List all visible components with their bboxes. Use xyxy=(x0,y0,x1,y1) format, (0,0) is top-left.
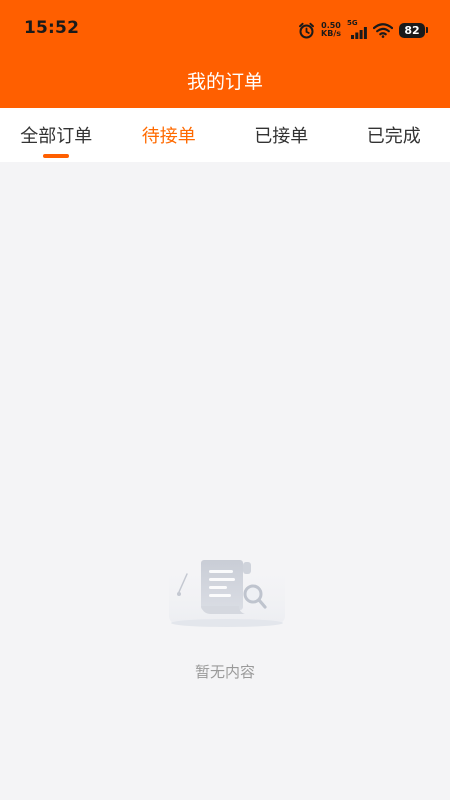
tab-all-orders-label: 全部订单 xyxy=(20,126,93,147)
tab-accepted-label: 已接单 xyxy=(254,126,309,147)
status-icons: 0.50 KB/s 5G 82 xyxy=(298,19,428,40)
empty-state-message: 暂无内容 xyxy=(194,663,255,681)
alarm-clock-icon xyxy=(298,22,315,39)
tab-selected-indicator xyxy=(43,154,70,158)
network-speed-unit: KB/s xyxy=(321,29,341,38)
network-speed: 0.50 KB/s xyxy=(321,22,341,38)
cellular-signal: 5G xyxy=(347,19,367,39)
battery-indicator: 82 xyxy=(399,22,428,38)
order-status-tabs: 全部订单 待接单 已接单 已完成 xyxy=(0,108,450,162)
page-title: 我的订单 xyxy=(186,71,263,93)
header-bar: 15:52 0.50 KB/s 5G 82 我的订单 xyxy=(0,0,450,108)
tab-completed-label: 已完成 xyxy=(366,126,421,147)
tab-pending-acceptance[interactable]: 待接单 xyxy=(113,108,226,162)
battery-cap xyxy=(426,27,428,33)
empty-document-search-icon xyxy=(165,550,289,634)
tab-completed[interactable]: 已完成 xyxy=(338,108,450,162)
battery-level: 82 xyxy=(399,22,425,38)
tab-pending-acceptance-label: 待接单 xyxy=(141,126,196,147)
tab-all-orders[interactable]: 全部订单 xyxy=(0,108,113,162)
network-type-label: 5G xyxy=(347,19,358,27)
tab-accepted[interactable]: 已接单 xyxy=(225,108,338,162)
status-bar: 15:52 0.50 KB/s 5G 82 xyxy=(0,0,450,60)
status-time: 15:52 xyxy=(24,18,80,38)
wifi-icon xyxy=(373,22,393,38)
